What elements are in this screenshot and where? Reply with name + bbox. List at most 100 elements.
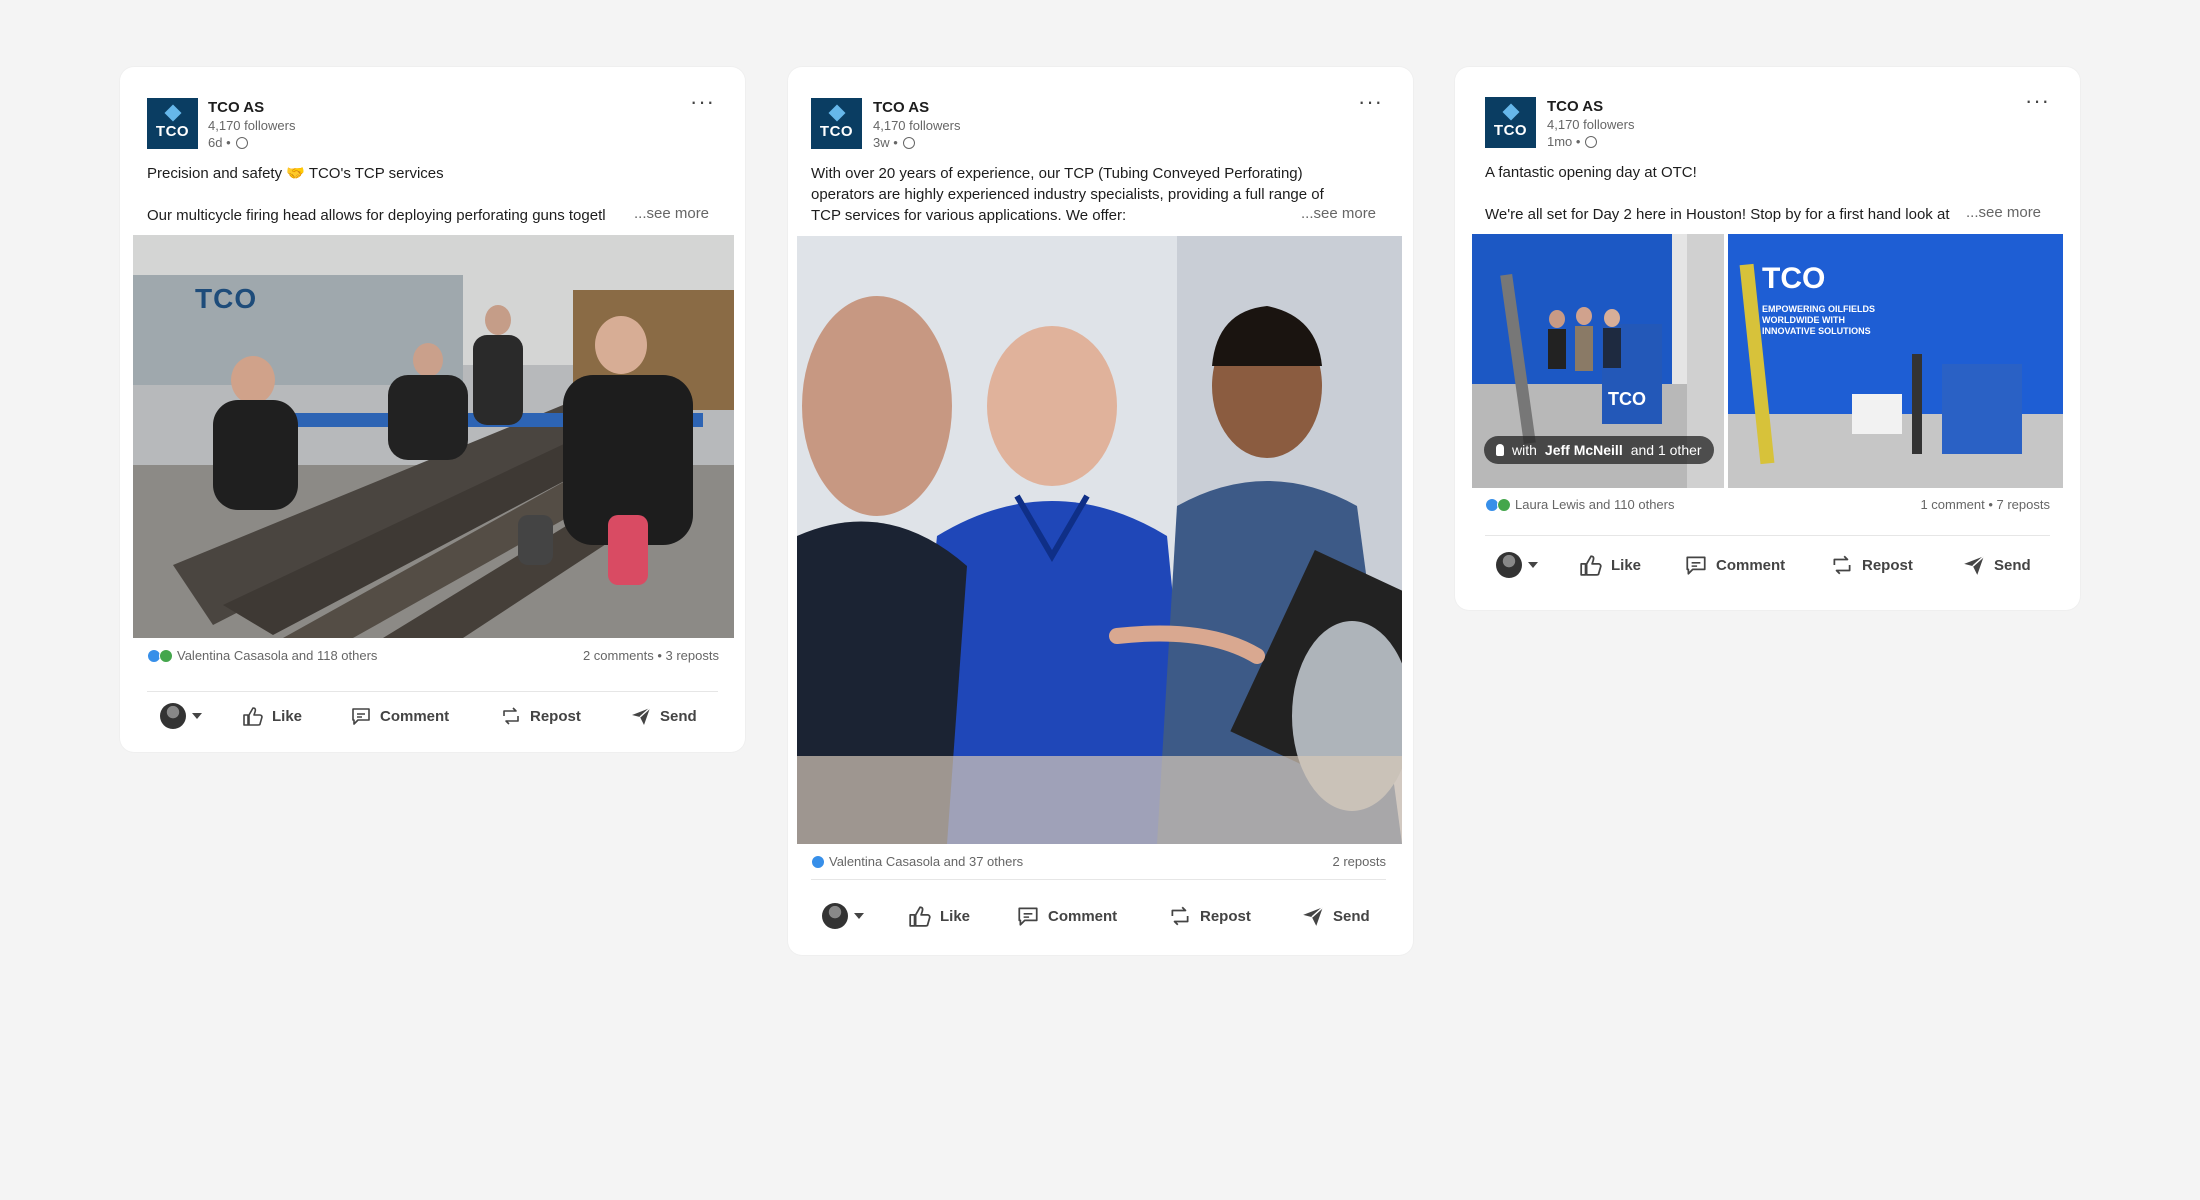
comment-button[interactable]: Comment	[1016, 905, 1117, 927]
repost-button[interactable]: Repost	[1168, 905, 1251, 927]
post-text-line: With over 20 years of experience, our TC…	[811, 165, 1303, 182]
like-label: Like	[940, 907, 971, 925]
tag-suffix: and 1 other	[1630, 442, 1702, 458]
send-label: Send	[1994, 556, 2031, 574]
post-card-1: TCO TCO AS 4,170 followers 6d • ··· Prec…	[120, 67, 745, 752]
company-logo[interactable]: TCO	[1485, 97, 1536, 148]
post-time-label: 3w •	[873, 135, 898, 150]
post-time: 6d •	[208, 135, 248, 150]
avatar	[160, 703, 186, 729]
avatar	[1496, 552, 1522, 578]
post-text-line: operators are highly experienced industr…	[811, 186, 1324, 203]
company-name[interactable]: TCO AS	[208, 99, 264, 116]
comment-label: Comment	[1716, 556, 1786, 574]
reactions-summary[interactable]: Valentina Casasola and 118 others	[147, 648, 377, 663]
send-button[interactable]: Send	[1301, 905, 1370, 927]
repost-button[interactable]: Repost	[500, 706, 581, 726]
thumbs-up-icon	[909, 906, 931, 927]
celebrate-reaction-icon	[1497, 497, 1511, 512]
like-button[interactable]: Like	[1579, 554, 1641, 576]
company-logo[interactable]: TCO	[811, 98, 862, 149]
more-options-button[interactable]: ···	[690, 91, 715, 113]
globe-icon	[902, 136, 915, 149]
actor-selector[interactable]	[1496, 552, 1538, 578]
send-button[interactable]: Send	[630, 706, 697, 726]
comment-button[interactable]: Comment	[350, 706, 449, 726]
reactions-label: Laura Lewis and 110 others	[1515, 497, 1675, 512]
comment-icon	[1018, 907, 1038, 926]
post-text-line: We're all set for Day 2 here in Houston!…	[1485, 206, 1950, 223]
comment-label: Comment	[1048, 907, 1118, 925]
send-icon	[1964, 555, 1985, 575]
post-time: 3w •	[873, 135, 915, 150]
celebrate-reaction-icon	[159, 648, 173, 663]
globe-icon	[1585, 135, 1598, 148]
reactions-label: Valentina Casasola and 118 others	[177, 648, 378, 663]
reactions-summary[interactable]: Valentina Casasola and 37 others	[811, 854, 1023, 869]
logo-text: TCO	[819, 123, 854, 140]
divider	[147, 691, 718, 692]
comment-icon	[1686, 556, 1706, 575]
globe-icon	[235, 136, 248, 149]
wall-logo-text: TCO	[195, 283, 258, 314]
company-name[interactable]: TCO AS	[873, 99, 929, 116]
post-time: 1mo •	[1547, 134, 1598, 149]
like-label: Like	[272, 707, 303, 725]
divider	[811, 879, 1386, 880]
actor-selector[interactable]	[160, 703, 202, 729]
send-label: Send	[1333, 907, 1370, 925]
repost-button[interactable]: Repost	[1830, 554, 1913, 576]
thumbs-up-icon	[1580, 555, 1602, 576]
logo-text: TCO	[155, 123, 190, 140]
send-icon	[632, 707, 651, 725]
see-more-link[interactable]: ...see more	[634, 205, 710, 222]
chevron-down-icon	[1528, 562, 1538, 568]
comment-button[interactable]: Comment	[1684, 554, 1785, 576]
engagement-counts[interactable]: 1 comment • 7 reposts	[1920, 497, 2050, 512]
post-text-line: A fantastic opening day at OTC!	[1485, 164, 1697, 181]
repost-icon	[1833, 555, 1851, 575]
like-button[interactable]: Like	[908, 905, 970, 927]
follower-count: 4,170 followers	[873, 118, 961, 133]
post-card-2: TCO TCO AS 4,170 followers 3w • ··· With…	[788, 67, 1413, 955]
engagement-counts[interactable]: 2 comments • 3 reposts	[583, 648, 719, 663]
repost-label: Repost	[530, 707, 581, 725]
like-button[interactable]: Like	[242, 706, 302, 726]
logo-diamond-icon	[1502, 103, 1519, 121]
reactions-summary[interactable]: Laura Lewis and 110 others	[1485, 497, 1674, 512]
person-icon	[1496, 444, 1504, 456]
post-photo[interactable]: TCO	[133, 235, 734, 638]
actor-selector[interactable]	[822, 903, 864, 929]
post-time-label: 6d •	[208, 135, 231, 150]
follower-count: 4,170 followers	[208, 118, 296, 133]
post-card-3: TCO TCO AS 4,170 followers 1mo • ··· A f…	[1455, 67, 2080, 610]
more-options-button[interactable]: ···	[2025, 90, 2050, 112]
booth-logo-text: TCO	[1762, 262, 1826, 295]
post-photo-grid[interactable]: TCO EMPOWERING OILFIELDS WORLDWIDE WITH …	[1472, 234, 2063, 488]
tagged-person-name[interactable]: Jeff McNeill	[1545, 442, 1623, 458]
divider	[1485, 535, 2050, 536]
logo-diamond-icon	[828, 104, 845, 122]
like-reaction-icon	[811, 854, 825, 869]
more-options-button[interactable]: ···	[1358, 91, 1383, 113]
tag-prefix: with	[1512, 442, 1537, 458]
post-time-label: 1mo •	[1547, 134, 1581, 149]
logo-diamond-icon	[164, 104, 181, 122]
team-photo-svg	[797, 236, 1402, 844]
send-label: Send	[660, 707, 697, 725]
booth-slogan-text: EMPOWERING OILFIELDS WORLDWIDE WITH INNO…	[1762, 304, 1876, 336]
company-logo[interactable]: TCO	[147, 98, 198, 149]
tagged-people-pill[interactable]: with Jeff McNeill and 1 other	[1484, 436, 1714, 464]
company-name[interactable]: TCO AS	[1547, 98, 1603, 115]
engagement-counts[interactable]: 2 reposts	[1333, 854, 1386, 869]
repost-icon	[1171, 906, 1189, 926]
see-more-link[interactable]: ...see more	[1301, 205, 1377, 222]
see-more-link[interactable]: ...see more	[1966, 204, 2042, 221]
post-photo[interactable]	[797, 236, 1402, 844]
send-button[interactable]: Send	[1962, 554, 2031, 576]
repost-label: Repost	[1862, 556, 1913, 574]
avatar	[822, 903, 848, 929]
post-text-line: Our multicycle firing head allows for de…	[147, 207, 606, 224]
chevron-down-icon	[854, 913, 864, 919]
thumbs-up-icon	[243, 707, 263, 726]
